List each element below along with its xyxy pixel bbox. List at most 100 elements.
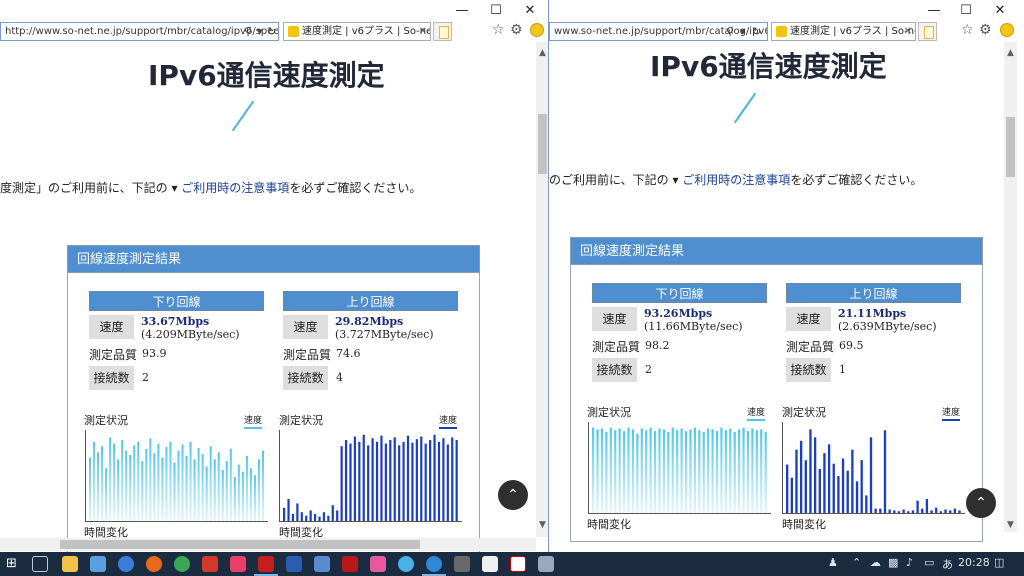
scroll-up-arrow-icon[interactable]: ▲: [536, 48, 548, 58]
graph-bar: [627, 427, 630, 513]
maximize-button[interactable]: ☐: [951, 2, 981, 20]
task-view-icon[interactable]: [32, 556, 48, 572]
favorites-star-icon[interactable]: ☆: [961, 22, 974, 38]
scroll-down-arrow-icon[interactable]: ▼: [1004, 520, 1017, 530]
app-icon-cyan[interactable]: [398, 556, 414, 572]
file-explorer-icon[interactable]: [62, 556, 78, 572]
graph-bar: [197, 447, 200, 521]
graph-bar: [760, 429, 763, 513]
favorites-star-icon[interactable]: ☆: [492, 22, 505, 38]
browser-window-left: — ☐ ✕ http://www.so-net.ne.jp/support/mb…: [0, 0, 549, 552]
app-icon-darkred[interactable]: [342, 556, 358, 572]
rakuten-icon[interactable]: [510, 556, 526, 572]
graph-bar: [729, 428, 732, 513]
graph-bar: [804, 460, 807, 513]
down-legend-swatch: [244, 427, 263, 429]
down-speed-value: 33.67Mbps (4.209MByte/sec): [141, 315, 240, 341]
onedrive-cloud-icon[interactable]: ☁: [870, 556, 881, 569]
down-conn-value: 2: [645, 363, 652, 376]
minimize-button[interactable]: —: [919, 2, 949, 20]
photos-app-icon[interactable]: [90, 556, 106, 572]
scroll-to-top-button[interactable]: ⌃: [498, 480, 528, 510]
smiley-feedback-icon[interactable]: [1000, 23, 1014, 37]
browser-tab[interactable]: 速度測定 | v6プラス | So-net (... ✕: [283, 22, 431, 41]
scroll-to-top-button[interactable]: ⌃: [966, 488, 996, 518]
address-bar[interactable]: www.so-net.ne.jp/support/mbr/catalog/ipv…: [549, 22, 768, 41]
graph-bar: [217, 452, 220, 521]
graph-bar: [185, 455, 188, 521]
maximize-button[interactable]: ☐: [481, 2, 511, 20]
smiley-feedback-icon[interactable]: [530, 23, 544, 37]
graph-bar: [237, 464, 240, 521]
graph-bar: [738, 429, 741, 513]
internet-explorer-icon[interactable]: [422, 556, 446, 576]
edge-icon[interactable]: [118, 556, 134, 572]
scroll-down-arrow-icon[interactable]: ▼: [536, 520, 548, 530]
down-speed-label: 速度: [89, 315, 134, 339]
graph-bar: [605, 432, 608, 513]
graph-bar: [129, 455, 132, 521]
show-hidden-icons-icon[interactable]: ⌃: [852, 556, 861, 569]
volume-icon[interactable]: ♪: [906, 556, 913, 569]
graph-bar: [865, 495, 868, 513]
people-icon[interactable]: ♟: [828, 556, 838, 569]
up-conn-value: 4: [336, 371, 343, 384]
scrollbar-thumb[interactable]: [538, 114, 547, 174]
tab-close-icon[interactable]: ✕: [419, 23, 427, 40]
caution-link[interactable]: ご利用時の注意事項: [682, 173, 790, 187]
graph-bar: [636, 433, 639, 513]
dropdown-icon[interactable]: ▾: [740, 23, 746, 40]
clock-time[interactable]: 20:28: [958, 556, 990, 569]
app-icon-magenta[interactable]: [370, 556, 386, 572]
app-icon-red[interactable]: [202, 556, 218, 572]
battery-icon[interactable]: ▭: [924, 556, 934, 569]
graph-bar: [649, 427, 652, 513]
up-legend-label: 速度: [439, 416, 458, 426]
up-time-label: 時間変化: [782, 518, 826, 531]
firefox-icon[interactable]: [146, 556, 162, 572]
amazon-icon[interactable]: [482, 556, 498, 572]
browser-tab[interactable]: 速度測定 | v6プラス | So-net (... ✕: [771, 22, 916, 41]
graph-bar: [702, 432, 705, 513]
action-center-icon[interactable]: ◫: [994, 556, 1004, 569]
new-tab-button[interactable]: [918, 22, 937, 41]
start-windows-icon[interactable]: ⊞: [6, 556, 22, 572]
address-bar[interactable]: http://www.so-net.ne.jp/support/mbr/cata…: [0, 22, 279, 41]
close-button[interactable]: ✕: [515, 2, 545, 20]
chrome-icon[interactable]: [174, 556, 190, 572]
search-icon[interactable]: ⚲: [244, 23, 252, 40]
new-tab-button[interactable]: [433, 22, 452, 41]
scrollbar-thumb[interactable]: [1006, 117, 1015, 177]
graph-bar: [684, 431, 688, 513]
app-icon-active[interactable]: [254, 556, 278, 576]
scroll-up-arrow-icon[interactable]: ▲: [1004, 48, 1017, 58]
graph-bar: [121, 440, 124, 521]
app-icon-lightblue[interactable]: [314, 556, 330, 572]
search-icon[interactable]: ⚲: [726, 23, 734, 40]
network-icon[interactable]: ▩: [888, 556, 898, 569]
gear-icon[interactable]: ⚙: [979, 22, 992, 38]
vertical-scrollbar[interactable]: ▲ ▼: [1004, 42, 1017, 532]
h-scrollbar-thumb[interactable]: [60, 540, 420, 549]
refresh-icon[interactable]: ↻: [752, 23, 761, 40]
up-quality-value: 69.5: [839, 339, 864, 352]
minimize-button[interactable]: —: [447, 2, 477, 20]
ime-mode-icon[interactable]: あ: [942, 556, 953, 572]
tab-close-icon[interactable]: ✕: [904, 23, 912, 40]
app-icon-pink[interactable]: [230, 556, 246, 572]
caution-link[interactable]: ご利用時の注意事項: [181, 181, 289, 195]
horizontal-scrollbar[interactable]: [0, 538, 536, 551]
calculator-icon[interactable]: [538, 556, 554, 572]
graph-bar: [902, 509, 905, 513]
vertical-scrollbar[interactable]: ▲ ▼: [536, 42, 548, 537]
decorative-slash: [231, 100, 255, 132]
gear-icon[interactable]: ⚙: [510, 22, 523, 38]
graph-bar: [640, 428, 643, 513]
graph-bar: [189, 441, 192, 521]
close-button[interactable]: ✕: [985, 2, 1015, 20]
app-icon-grey[interactable]: [454, 556, 470, 572]
dropdown-icon[interactable]: ▾: [257, 23, 263, 40]
refresh-icon[interactable]: ↻: [267, 23, 276, 40]
graph-bar: [149, 438, 152, 521]
app-icon-blue[interactable]: [286, 556, 302, 572]
